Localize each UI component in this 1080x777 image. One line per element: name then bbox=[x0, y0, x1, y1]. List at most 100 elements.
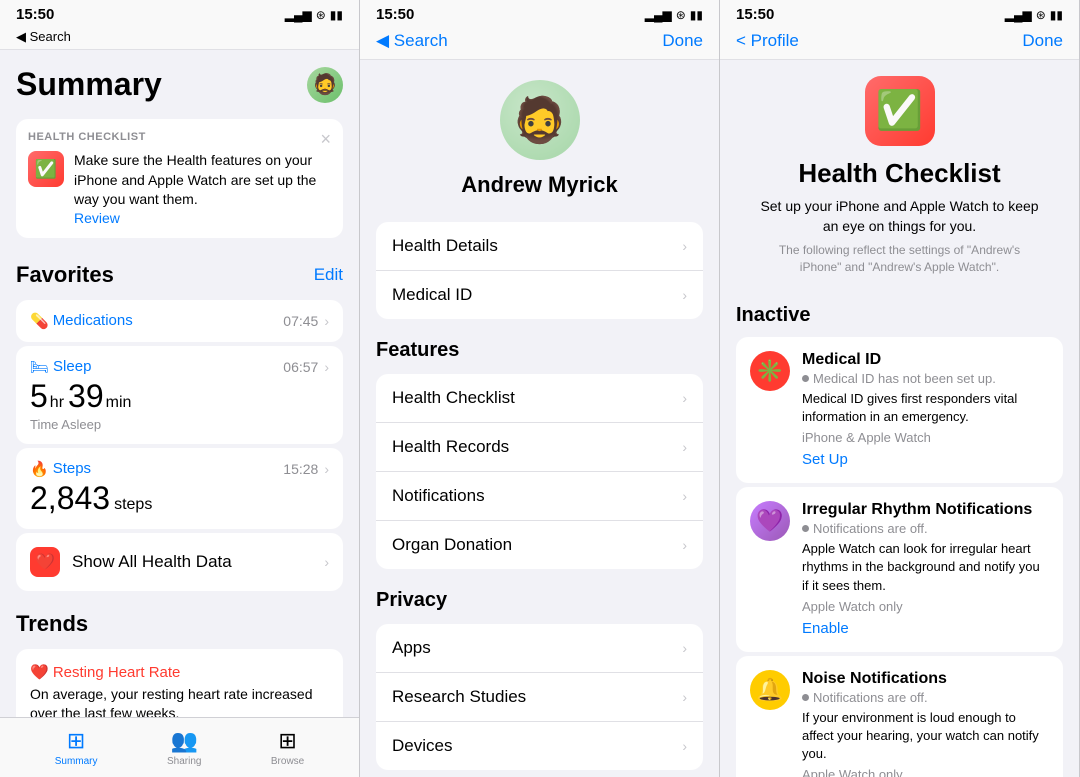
edit-button[interactable]: Edit bbox=[314, 265, 343, 285]
checklist-card-icon: ✅ bbox=[28, 151, 64, 187]
health-icon: ✅ bbox=[35, 159, 57, 180]
status-bar-1: 15:50 ▂▄▆ ⊛ ▮▮ bbox=[0, 0, 359, 27]
avatar[interactable]: 🧔 bbox=[307, 67, 343, 103]
health-details-label: Health Details bbox=[392, 236, 498, 256]
chevron-icon: › bbox=[682, 238, 687, 254]
nav-row-3: < Profile Done bbox=[736, 31, 1063, 51]
status-time-3: 15:50 bbox=[736, 6, 774, 23]
list-item-research-studies[interactable]: Research Studies › bbox=[376, 673, 703, 722]
page-title: Summary bbox=[16, 66, 162, 103]
status-icons-1: ▂▄▆ ⊛ ▮▮ bbox=[285, 8, 343, 22]
medical-id-icon: ✳️ bbox=[750, 351, 790, 391]
privacy-group: Apps › Research Studies › Devices › bbox=[376, 624, 703, 770]
medications-label: 💊 Medications bbox=[30, 312, 133, 330]
chevron-icon: › bbox=[682, 439, 687, 455]
signal-icon: ▂▄▆ bbox=[645, 8, 672, 22]
organ-donation-label: Organ Donation bbox=[392, 535, 512, 555]
status-time-2: 15:50 bbox=[376, 6, 414, 23]
done-button-2[interactable]: Done bbox=[662, 31, 703, 51]
close-icon[interactable]: × bbox=[320, 129, 331, 150]
chevron-icon: › bbox=[324, 313, 329, 329]
fav-steps[interactable]: 🔥 Steps 15:28 › 2,843 steps bbox=[16, 448, 343, 529]
fav-medications[interactable]: 💊 Medications 07:45 › bbox=[16, 300, 343, 342]
fav-sleep[interactable]: 🛏 Sleep 06:57 › 5 hr 39 min Time Asleep bbox=[16, 346, 343, 444]
tab-summary[interactable]: ⊞ Summary bbox=[55, 728, 98, 767]
chevron-icon: › bbox=[324, 359, 329, 375]
back-button-2[interactable]: ◀ Search bbox=[376, 31, 448, 51]
list-item-health-records[interactable]: Health Records › bbox=[376, 423, 703, 472]
setup-button[interactable]: Set Up bbox=[802, 451, 848, 468]
hc-medical-id-title: Medical ID bbox=[802, 351, 1049, 369]
summary-scroll: Summary 🧔 HEALTH CHECKLIST × ✅ Make sure… bbox=[0, 50, 359, 777]
hc-noise-desc: If your environment is loud enough to af… bbox=[802, 709, 1049, 764]
list-item-medical-id[interactable]: Medical ID › bbox=[376, 271, 703, 319]
list-item-health-checklist[interactable]: Health Checklist › bbox=[376, 374, 703, 423]
battery-icon: ▮▮ bbox=[1050, 8, 1063, 22]
list-item-health-details[interactable]: Health Details › bbox=[376, 222, 703, 271]
chevron-icon: › bbox=[682, 390, 687, 406]
signal-icon: ▂▄▆ bbox=[285, 8, 312, 22]
chevron-icon: › bbox=[682, 640, 687, 656]
bell-icon: 🔔 bbox=[756, 677, 783, 703]
sleep-label: 🛏 Sleep bbox=[30, 358, 91, 376]
panel-health-checklist: 15:50 ▂▄▆ ⊛ ▮▮ < Profile Done ✅ Health C… bbox=[720, 0, 1080, 777]
details-group: Health Details › Medical ID › bbox=[376, 222, 703, 319]
tab-sharing[interactable]: 👥 Sharing bbox=[167, 728, 201, 767]
list-item-devices[interactable]: Devices › bbox=[376, 722, 703, 770]
fav-steps-row: 🔥 Steps 15:28 › bbox=[30, 460, 329, 478]
hc-noise-title: Noise Notifications bbox=[802, 670, 1049, 688]
status-dot-icon bbox=[802, 525, 809, 532]
avatar-emoji: 🧔 bbox=[313, 72, 338, 97]
features-group: Health Checklist › Health Records › Noti… bbox=[376, 374, 703, 569]
list-item-organ-donation[interactable]: Organ Donation › bbox=[376, 521, 703, 569]
trend-item-title: ❤️ Resting Heart Rate bbox=[30, 663, 329, 681]
notifications-label: Notifications bbox=[392, 486, 485, 506]
tab-browse[interactable]: ⊞ Browse bbox=[271, 728, 304, 767]
hc-subtitle: Set up your iPhone and Apple Watch to ke… bbox=[760, 197, 1040, 236]
sharing-tab-label: Sharing bbox=[167, 756, 201, 767]
sharing-tab-icon: 👥 bbox=[171, 728, 198, 754]
health-records-label: Health Records bbox=[392, 437, 509, 457]
asterisk-icon: ✳️ bbox=[756, 358, 783, 384]
list-item-apps[interactable]: Apps › bbox=[376, 624, 703, 673]
status-dot-icon bbox=[802, 375, 809, 382]
hc-medical-id-header: ✳️ Medical ID Medical ID has not been se… bbox=[750, 351, 1049, 469]
steps-time: 15:28 bbox=[283, 461, 318, 477]
chevron-icon: › bbox=[682, 738, 687, 754]
steps-label: 🔥 Steps bbox=[30, 460, 91, 478]
hc-item-medical-id: ✳️ Medical ID Medical ID has not been se… bbox=[736, 337, 1063, 483]
hc-noise-content: Noise Notifications Notifications are of… bbox=[802, 670, 1049, 777]
checklist-card-body: ✅ Make sure the Health features on your … bbox=[28, 151, 331, 226]
review-link[interactable]: Review bbox=[74, 210, 331, 226]
checklist-icon: ✅ bbox=[876, 89, 923, 133]
profile-name: Andrew Myrick bbox=[461, 172, 618, 198]
hc-irregular-header: 💜 Irregular Rhythm Notifications Notific… bbox=[750, 501, 1049, 638]
panel-profile: 15:50 ▂▄▆ ⊛ ▮▮ ◀ Search Done 🧔 Andrew My… bbox=[360, 0, 720, 777]
nav-bar-3: < Profile Done bbox=[720, 27, 1079, 60]
done-button-3[interactable]: Done bbox=[1022, 31, 1063, 51]
hc-irregular-desc: Apple Watch can look for irregular heart… bbox=[802, 540, 1049, 595]
wifi-icon: ⊛ bbox=[676, 8, 686, 22]
hc-header: ✅ Health Checklist Set up your iPhone an… bbox=[720, 60, 1079, 292]
list-item-notifications[interactable]: Notifications › bbox=[376, 472, 703, 521]
hc-irregular-status: Notifications are off. bbox=[802, 521, 1049, 536]
noise-icon: 🔔 bbox=[750, 670, 790, 710]
hc-scroll: ✅ Health Checklist Set up your iPhone an… bbox=[720, 60, 1079, 777]
medications-time: 07:45 bbox=[283, 313, 318, 329]
summary-header: Summary 🧔 bbox=[0, 50, 359, 111]
hc-medical-id-content: Medical ID Medical ID has not been set u… bbox=[802, 351, 1049, 469]
wifi-icon: ⊛ bbox=[1036, 8, 1046, 22]
profile-avatar-section: 🧔 Andrew Myrick bbox=[360, 60, 719, 214]
back-profile-button[interactable]: < Profile bbox=[736, 31, 799, 51]
hc-noise-scope: Apple Watch only bbox=[802, 767, 1049, 777]
features-title: Features bbox=[360, 327, 719, 366]
show-all-health-card[interactable]: ❤️ Show All Health Data › bbox=[16, 533, 343, 591]
battery-icon: ▮▮ bbox=[330, 8, 343, 22]
enable-irregular-button[interactable]: Enable bbox=[802, 620, 849, 637]
medical-id-label: Medical ID bbox=[392, 285, 472, 305]
devices-label: Devices bbox=[392, 736, 452, 756]
health-checklist-label: Health Checklist bbox=[392, 388, 515, 408]
back-button-1[interactable]: ◀ Search bbox=[16, 29, 343, 45]
trends-header: Trends bbox=[0, 595, 359, 645]
heart-icon: ❤️ bbox=[30, 547, 60, 577]
